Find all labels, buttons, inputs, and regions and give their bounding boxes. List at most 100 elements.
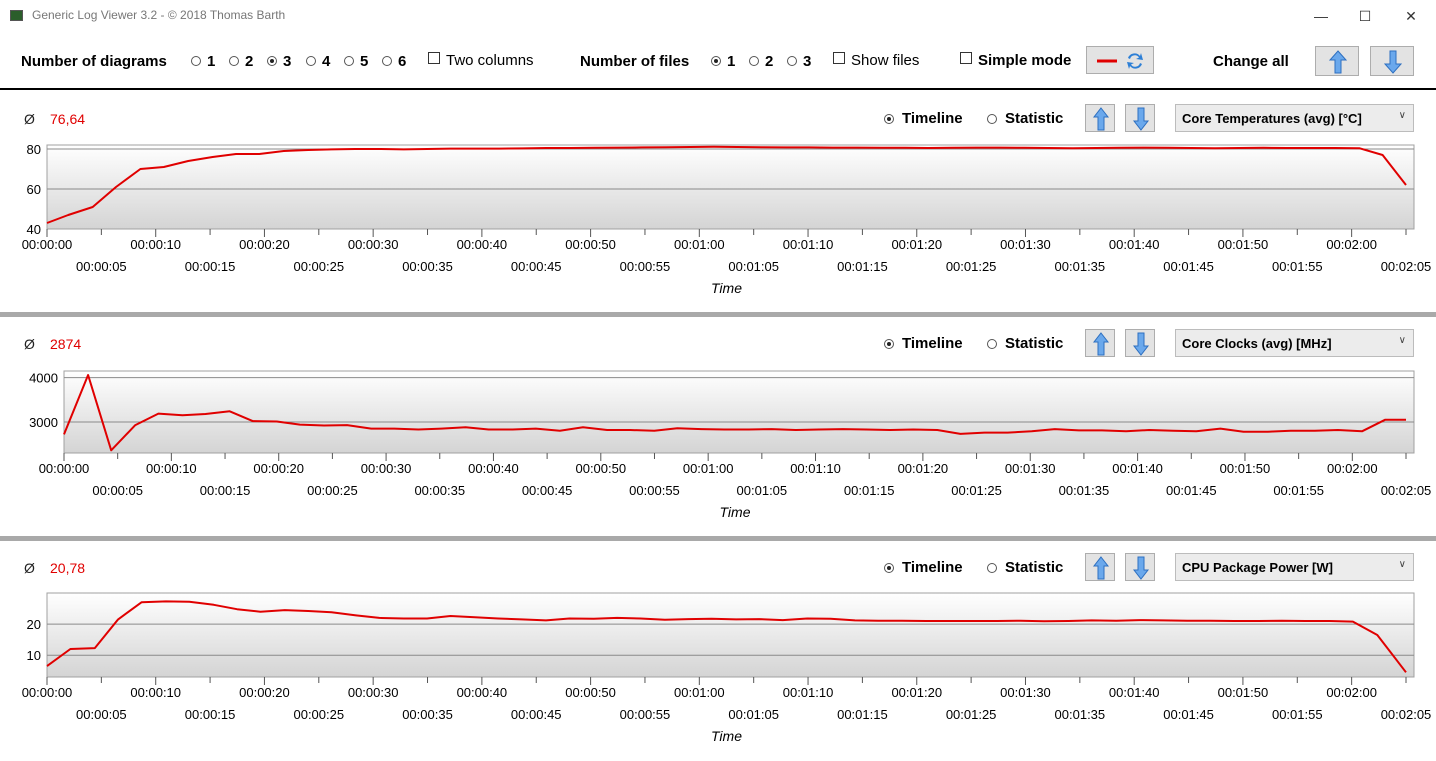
- y-tick-label: 60: [27, 182, 41, 197]
- x-tick-label: 00:00:05: [76, 259, 127, 274]
- x-tick-label: 00:01:05: [728, 707, 779, 722]
- line-style-button[interactable]: [1086, 46, 1154, 74]
- move-down-button[interactable]: [1125, 553, 1155, 581]
- diagram-panel: Ø 20,78 Timeline Statistic CPU Package P…: [0, 541, 1436, 761]
- two-columns-label: Two columns: [446, 52, 534, 69]
- show-files-checkbox[interactable]: [833, 52, 845, 64]
- y-tick-label: 80: [27, 142, 41, 157]
- x-tick-label: 00:01:35: [1059, 483, 1110, 498]
- x-tick-label: 00:01:20: [891, 237, 942, 252]
- files-radio-1[interactable]: [711, 56, 721, 66]
- x-tick-label: 00:00:05: [76, 707, 127, 722]
- x-tick-label: 00:00:20: [239, 237, 290, 252]
- toolbar: Number of diagrams 1 2 3 4 5 6 Two colum…: [0, 32, 1436, 90]
- x-tick-label: 00:01:15: [844, 483, 895, 498]
- diagrams-option-5: 5: [360, 53, 369, 70]
- diagrams-option-6: 6: [398, 53, 407, 70]
- x-tick-label: 00:00:40: [457, 685, 508, 700]
- minimize-button[interactable]: —: [1298, 0, 1344, 32]
- x-tick-label: 00:00:00: [22, 685, 73, 700]
- x-tick-label: 00:01:00: [674, 685, 725, 700]
- diagrams-option-2: 2: [245, 53, 254, 70]
- series-line: [63, 374, 1406, 452]
- statistic-label: Statistic: [1005, 335, 1064, 352]
- plot-area: [63, 370, 1415, 454]
- x-tick-label: 00:00:10: [146, 461, 197, 476]
- x-tick-label: 00:00:55: [620, 259, 671, 274]
- files-radio-2[interactable]: [749, 56, 759, 66]
- statistic-radio[interactable]: [987, 563, 997, 573]
- sensor-select-value: Core Temperatures (avg) [°C]: [1182, 111, 1362, 126]
- sensor-select[interactable]: CPU Package Power [W] ∨: [1175, 553, 1414, 581]
- diagram-panel: Ø 2874 Timeline Statistic Core Clocks (a…: [0, 317, 1436, 536]
- average-symbol: Ø: [24, 560, 35, 576]
- x-tick-label: 00:00:30: [348, 237, 399, 252]
- move-down-button[interactable]: [1125, 329, 1155, 357]
- x-tick-label: 00:00:05: [92, 483, 143, 498]
- files-radio-3[interactable]: [787, 56, 797, 66]
- files-option-3: 3: [803, 53, 812, 70]
- x-tick-label: 00:00:50: [565, 237, 616, 252]
- x-tick-label: 00:01:45: [1166, 483, 1217, 498]
- sensor-select[interactable]: Core Temperatures (avg) [°C] ∨: [1175, 104, 1414, 132]
- plot-area: [46, 592, 1415, 678]
- diagrams-radio-2[interactable]: [229, 56, 239, 66]
- x-tick-label: 00:00:45: [511, 259, 562, 274]
- move-up-button[interactable]: [1085, 553, 1115, 581]
- sensor-select[interactable]: Core Clocks (avg) [MHz] ∨: [1175, 329, 1414, 357]
- x-tick-label: 00:01:40: [1109, 685, 1160, 700]
- x-tick-label: 00:01:55: [1272, 259, 1323, 274]
- diagrams-radio-1[interactable]: [191, 56, 201, 66]
- x-tick-label: 00:02:00: [1326, 237, 1377, 252]
- move-up-button[interactable]: [1085, 104, 1115, 132]
- timeline-radio[interactable]: [884, 563, 894, 573]
- diagrams-radio-4[interactable]: [306, 56, 316, 66]
- app-icon: [10, 10, 23, 21]
- sensor-select-value: CPU Package Power [W]: [1182, 560, 1333, 575]
- x-tick-label: 00:01:30: [1000, 237, 1051, 252]
- change-all-label: Change all: [1213, 53, 1289, 70]
- move-up-button[interactable]: [1085, 329, 1115, 357]
- x-tick-label: 00:00:55: [629, 483, 680, 498]
- move-down-button[interactable]: [1125, 104, 1155, 132]
- diagrams-option-1: 1: [207, 53, 216, 70]
- x-tick-label: 00:01:35: [1055, 707, 1106, 722]
- maximize-button[interactable]: ☐: [1342, 0, 1388, 32]
- x-tick-label: 00:01:50: [1220, 461, 1271, 476]
- arrow-up-icon: [1092, 556, 1110, 580]
- diagrams-radio-6[interactable]: [382, 56, 392, 66]
- chevron-down-icon: ∨: [1398, 335, 1406, 346]
- diagrams-radio-5[interactable]: [344, 56, 354, 66]
- x-tick-label: 00:01:25: [946, 259, 997, 274]
- timeline-radio[interactable]: [884, 339, 894, 349]
- chevron-down-icon: ∨: [1398, 110, 1406, 121]
- x-tick-label: 00:00:35: [402, 259, 453, 274]
- x-tick-label: 00:01:55: [1272, 707, 1323, 722]
- x-axis-title: Time: [711, 280, 742, 296]
- move-all-down-button[interactable]: [1370, 46, 1414, 76]
- diagrams-option-3: 3: [283, 53, 292, 70]
- plot-area: [46, 144, 1415, 230]
- simple-mode-label: Simple mode: [978, 52, 1072, 69]
- move-all-up-button[interactable]: [1315, 46, 1359, 76]
- diagrams-radio-3[interactable]: [267, 56, 277, 66]
- x-tick-label: 00:01:15: [837, 707, 888, 722]
- y-tick-label: 20: [27, 617, 41, 632]
- x-tick-label: 00:01:40: [1112, 461, 1163, 476]
- x-tick-label: 00:00:25: [293, 707, 344, 722]
- average-value: 20,78: [50, 560, 86, 576]
- arrow-down-icon: [1132, 107, 1150, 131]
- two-columns-checkbox[interactable]: [428, 52, 440, 64]
- simple-mode-checkbox[interactable]: [960, 52, 972, 64]
- statistic-radio[interactable]: [987, 114, 997, 124]
- files-option-2: 2: [765, 53, 774, 70]
- arrow-up-icon: [1092, 107, 1110, 131]
- x-tick-label: 00:02:05: [1381, 707, 1432, 722]
- timeline-radio[interactable]: [884, 114, 894, 124]
- statistic-radio[interactable]: [987, 339, 997, 349]
- y-tick-label: 3000: [29, 415, 58, 430]
- x-tick-label: 00:00:45: [511, 707, 562, 722]
- x-tick-label: 00:00:30: [361, 461, 412, 476]
- close-button[interactable]: ✕: [1388, 0, 1434, 32]
- line-swap-icon: [1097, 53, 1143, 69]
